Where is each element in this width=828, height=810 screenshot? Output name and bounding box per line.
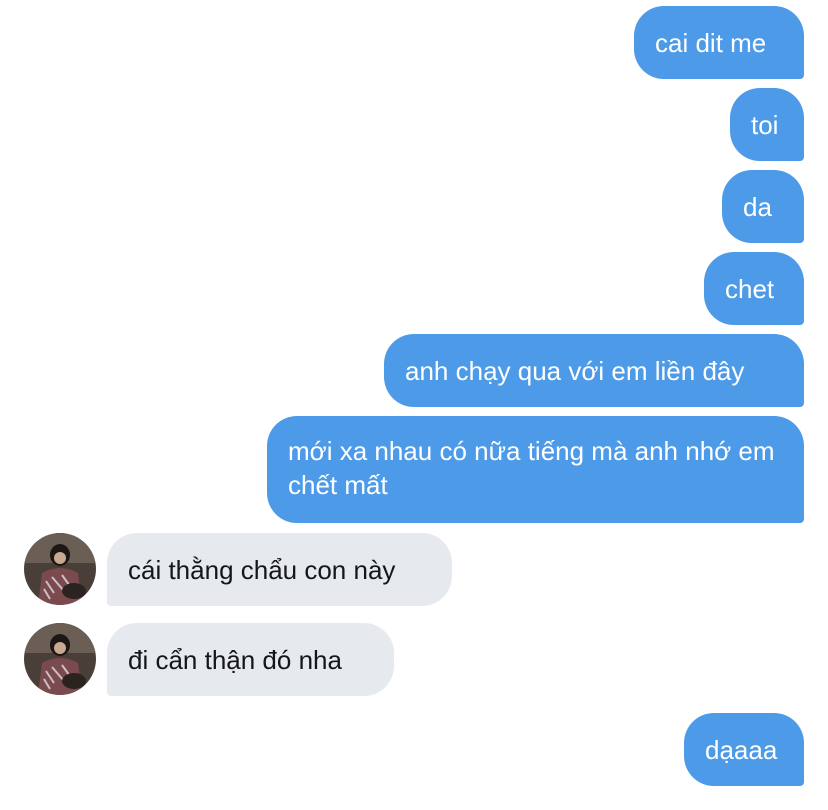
message-bubble-sent[interactable]: da <box>722 170 804 243</box>
avatar-photo-icon <box>24 623 96 695</box>
message-text: cái thằng chẩu con này <box>128 554 396 585</box>
message-text: da <box>743 191 772 222</box>
message-bubble-sent[interactable]: toi <box>730 88 804 161</box>
message-text: anh chạy qua với em liền đây <box>405 355 745 386</box>
message-bubble-received[interactable]: cái thằng chẩu con này <box>107 533 452 606</box>
message-bubble-sent[interactable]: chet <box>704 252 804 325</box>
message-text: cai dit me <box>655 27 767 58</box>
avatar[interactable] <box>24 533 96 605</box>
message-text: dạaaa <box>705 734 778 765</box>
message-text: mới xa nhau có nữa tiếng mà anh nhớ em c… <box>288 436 775 500</box>
message-bubble-sent[interactable]: cai dit me <box>634 6 804 79</box>
avatar-photo-icon <box>24 533 96 605</box>
message-bubble-sent[interactable]: anh chạy qua với em liền đây <box>384 334 804 407</box>
message-bubble-sent[interactable]: dạaaa <box>684 713 804 786</box>
message-text: toi <box>751 109 779 140</box>
message-bubble-received[interactable]: đi cẩn thận đó nha <box>107 623 394 696</box>
message-text: đi cẩn thận đó nha <box>128 644 342 675</box>
avatar[interactable] <box>24 623 96 695</box>
message-text: chet <box>725 273 775 304</box>
message-bubble-sent[interactable]: mới xa nhau có nữa tiếng mà anh nhớ em c… <box>267 416 804 523</box>
